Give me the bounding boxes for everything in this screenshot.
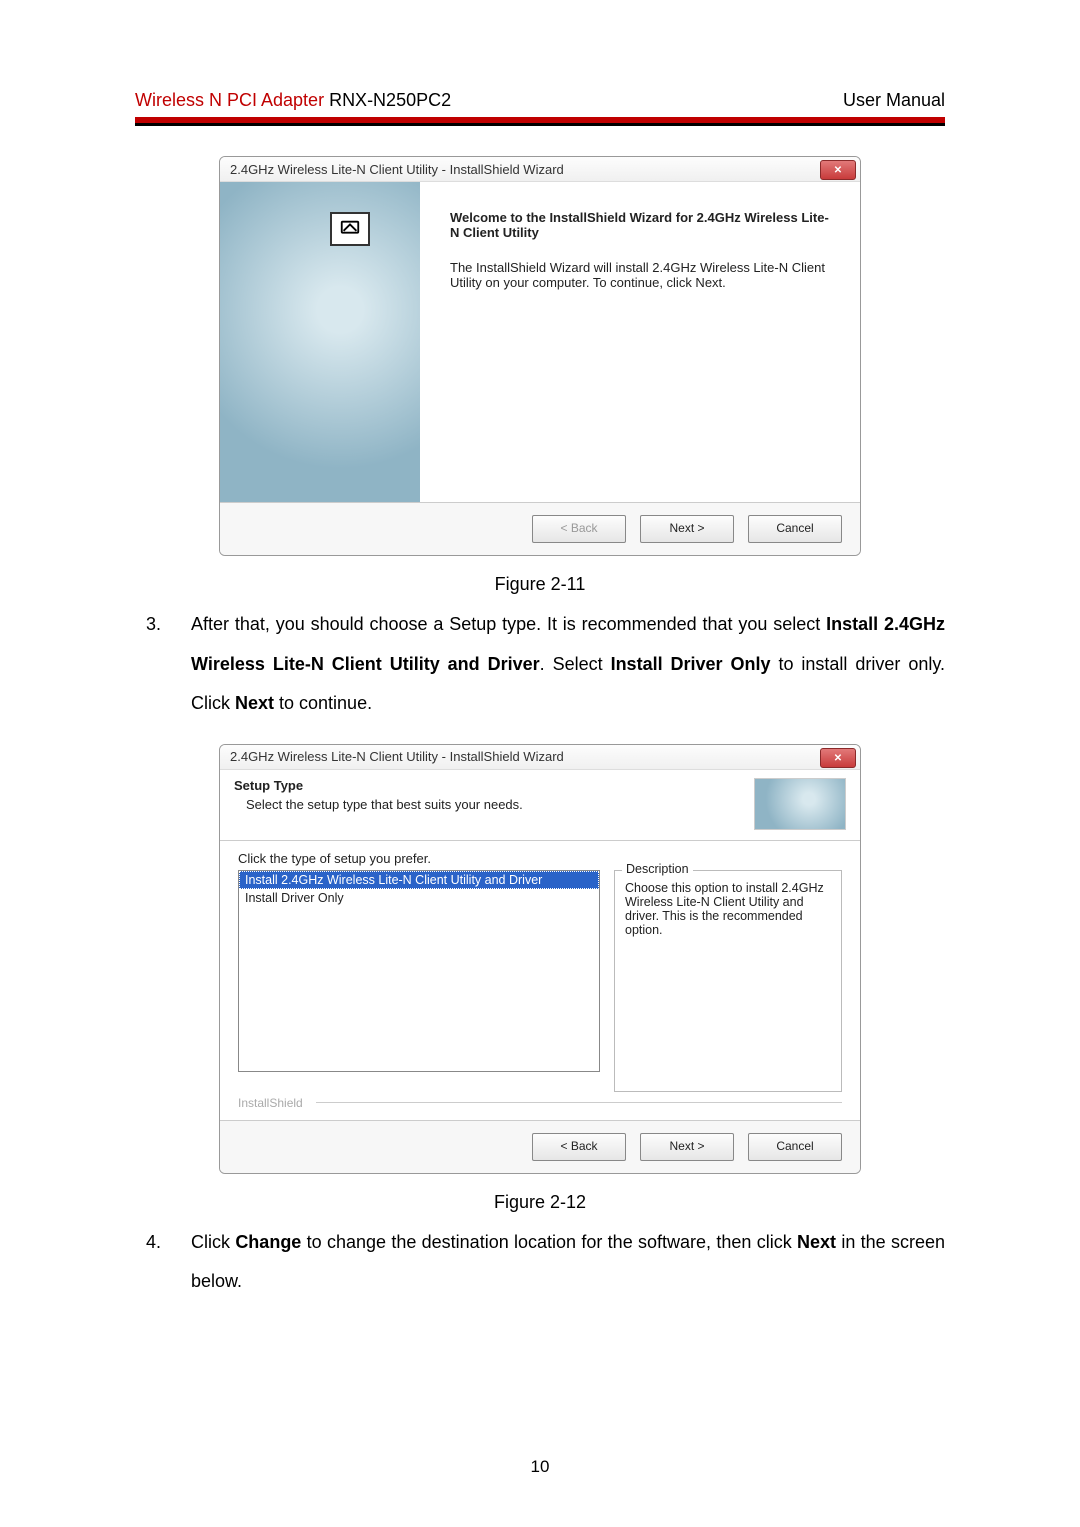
installshield-brand: InstallShield (238, 1096, 303, 1110)
computer-icon (339, 218, 361, 240)
step-3-text: After that, you should choose a Setup ty… (191, 605, 945, 724)
header-rule-black (135, 123, 945, 126)
back-button: < Back (532, 515, 626, 543)
step-3-number: 3. (135, 605, 161, 724)
page-number: 10 (0, 1457, 1080, 1477)
description-label: Description (622, 862, 693, 876)
dialog2-titlebar[interactable]: 2.4GHz Wireless Lite-N Client Utility - … (220, 745, 860, 770)
monitor-icon (330, 212, 370, 246)
figure-caption-1: Figure 2-11 (135, 574, 945, 595)
dialog1-titlebar[interactable]: 2.4GHz Wireless Lite-N Client Utility - … (220, 157, 860, 182)
setup-option-driver-only[interactable]: Install Driver Only (239, 889, 599, 907)
step-4-number: 4. (135, 1223, 161, 1302)
setup-option-utility-and-driver[interactable]: Install 2.4GHz Wireless Lite-N Client Ut… (239, 871, 599, 889)
step-4: 4. Click Change to change the destinatio… (135, 1223, 945, 1302)
description-text: Choose this option to install 2.4GHz Wir… (625, 881, 824, 937)
description-box: Choose this option to install 2.4GHz Wir… (614, 870, 842, 1092)
next-button[interactable]: Next > (640, 1133, 734, 1161)
installshield-setuptype-dialog: 2.4GHz Wireless Lite-N Client Utility - … (219, 744, 861, 1174)
figure-caption-2: Figure 2-12 (135, 1192, 945, 1213)
wizard-welcome-heading: Welcome to the InstallShield Wizard for … (450, 210, 830, 240)
setup-type-list[interactable]: Install 2.4GHz Wireless Lite-N Client Ut… (238, 870, 600, 1072)
setup-type-heading: Setup Type Select the setup type that be… (234, 778, 523, 812)
close-icon[interactable] (820, 160, 856, 180)
wizard-banner-image (754, 778, 846, 830)
header-right: User Manual (843, 90, 945, 111)
cancel-button[interactable]: Cancel (748, 515, 842, 543)
next-button[interactable]: Next > (640, 515, 734, 543)
step-4-text: Click Change to change the destination l… (191, 1223, 945, 1302)
setup-instruction: Click the type of setup you prefer. (220, 841, 860, 870)
close-icon[interactable] (820, 748, 856, 768)
dialog1-title: 2.4GHz Wireless Lite-N Client Utility - … (230, 162, 564, 177)
dialog2-title: 2.4GHz Wireless Lite-N Client Utility - … (230, 749, 564, 764)
header-product: Wireless N PCI Adapter RNX-N250PC2 (135, 90, 451, 111)
header-product-red: Wireless N PCI Adapter (135, 90, 324, 110)
cancel-button[interactable]: Cancel (748, 1133, 842, 1161)
installshield-welcome-dialog: 2.4GHz Wireless Lite-N Client Utility - … (219, 156, 861, 556)
divider (316, 1102, 842, 1103)
header-product-black: RNX-N250PC2 (324, 90, 451, 110)
page-header: Wireless N PCI Adapter RNX-N250PC2 User … (135, 90, 945, 117)
back-button[interactable]: < Back (532, 1133, 626, 1161)
step-3: 3. After that, you should choose a Setup… (135, 605, 945, 724)
wizard-side-image (220, 182, 420, 502)
wizard-welcome-body: The InstallShield Wizard will install 2.… (450, 260, 830, 290)
